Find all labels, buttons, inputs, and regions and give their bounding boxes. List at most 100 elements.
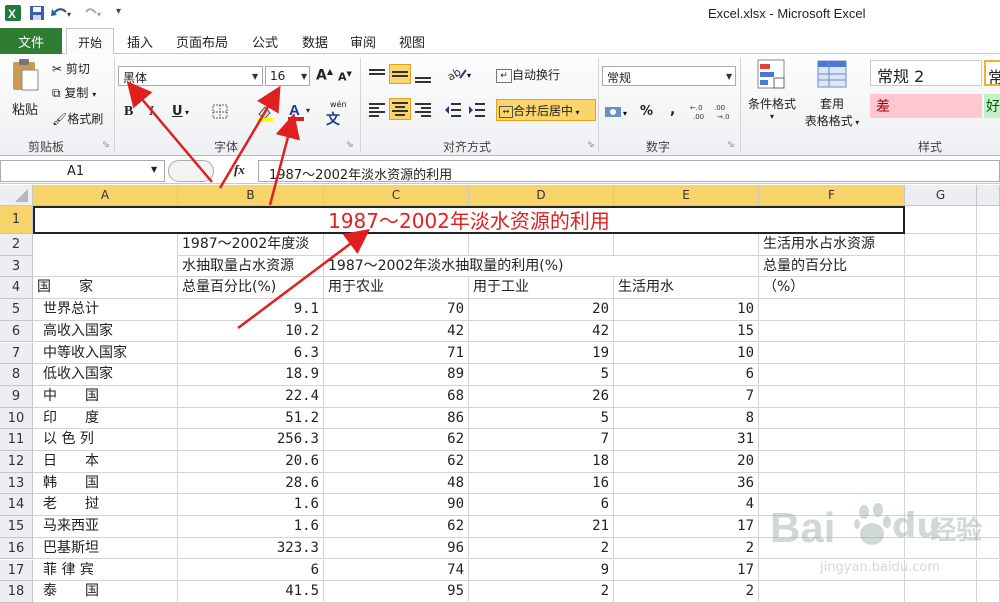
- agri-cell[interactable]: 62: [324, 451, 469, 473]
- empty-cell[interactable]: [905, 234, 977, 256]
- empty-cell[interactable]: [977, 429, 1000, 451]
- number-format-combo[interactable]: 常规: [602, 66, 736, 86]
- row-header-1[interactable]: 1: [0, 206, 33, 234]
- row-header-6[interactable]: 6: [0, 320, 33, 343]
- row-header-5[interactable]: 5: [0, 299, 33, 321]
- country-cell[interactable]: 中等收入国家: [33, 342, 178, 365]
- row-header-9[interactable]: 9: [0, 385, 33, 408]
- currency-icon[interactable]: ▾: [604, 104, 630, 123]
- row-header-13[interactable]: 13: [0, 472, 33, 495]
- fill-color-icon[interactable]: [255, 104, 275, 125]
- industry-cell[interactable]: 5: [469, 407, 614, 430]
- agri-cell[interactable]: 89: [324, 364, 469, 386]
- ratio-cell[interactable]: 10.2: [178, 320, 324, 343]
- domestic-cell[interactable]: 36: [614, 472, 759, 495]
- domestic-cell[interactable]: 17: [614, 559, 759, 582]
- empty-cell[interactable]: [905, 472, 977, 495]
- formula-input[interactable]: 1987～2002年淡水资源的利用: [258, 160, 1000, 183]
- tab-formulas[interactable]: 公式: [252, 32, 278, 51]
- chevron-down-icon[interactable]: ▼: [301, 72, 307, 81]
- ratio-cell[interactable]: 51.2: [178, 407, 324, 430]
- ratio-cell[interactable]: 256.3: [178, 429, 324, 451]
- ratio-cell[interactable]: 22.4: [178, 385, 324, 408]
- decrease-decimal-icon[interactable]: .00 →.0: [714, 102, 736, 123]
- paste-button[interactable]: 粘贴: [8, 58, 42, 126]
- empty-cell[interactable]: [905, 342, 977, 365]
- tab-review[interactable]: 审阅: [350, 32, 376, 51]
- domestic-cell[interactable]: 15: [614, 320, 759, 343]
- cell-c2[interactable]: [324, 234, 469, 256]
- agri-cell[interactable]: 62: [324, 516, 469, 538]
- cut-button[interactable]: ✂ 剪切: [52, 60, 90, 77]
- country-cell[interactable]: 韩 国: [33, 472, 178, 495]
- empty-cell[interactable]: [905, 429, 977, 451]
- cell-f2[interactable]: 生活用水占水资源: [759, 234, 905, 256]
- column-header-b[interactable]: B: [178, 185, 324, 206]
- f-cell[interactable]: [759, 407, 905, 430]
- grow-font-icon[interactable]: A▲: [316, 67, 333, 84]
- select-all-corner[interactable]: [0, 185, 33, 206]
- ratio-cell[interactable]: 18.9: [178, 364, 324, 386]
- agri-cell[interactable]: 62: [324, 429, 469, 451]
- font-color-icon[interactable]: A: [286, 100, 306, 125]
- align-top-icon[interactable]: [368, 68, 386, 85]
- style-normal[interactable]: 常: [984, 60, 1000, 86]
- column-header-a[interactable]: A: [33, 185, 178, 206]
- agri-cell[interactable]: 86: [324, 407, 469, 430]
- empty-cell[interactable]: [905, 320, 977, 343]
- row-header-17[interactable]: 17: [0, 559, 33, 582]
- cell-d4[interactable]: 用于工业: [469, 277, 614, 300]
- empty-cell[interactable]: [905, 364, 977, 386]
- row-header-15[interactable]: 15: [0, 516, 33, 538]
- industry-cell[interactable]: 16: [469, 472, 614, 495]
- underline-button[interactable]: U: [172, 104, 183, 119]
- country-cell[interactable]: 高收入国家: [33, 320, 178, 343]
- row-header-12[interactable]: 12: [0, 451, 33, 473]
- empty-cell[interactable]: [977, 206, 1000, 234]
- agri-cell[interactable]: 95: [324, 581, 469, 603]
- chevron-down-icon[interactable]: ▾: [306, 106, 310, 115]
- bold-button[interactable]: B: [124, 104, 133, 120]
- row-header-18[interactable]: 18: [0, 581, 33, 603]
- industry-cell[interactable]: 19: [469, 342, 614, 365]
- domestic-cell[interactable]: 8: [614, 407, 759, 430]
- italic-button[interactable]: I: [149, 104, 154, 120]
- column-header-g[interactable]: G: [905, 185, 977, 206]
- row-header-11[interactable]: 11: [0, 429, 33, 451]
- ratio-cell[interactable]: 41.5: [178, 581, 324, 603]
- tab-file[interactable]: 文件: [0, 28, 62, 54]
- domestic-cell[interactable]: 17: [614, 516, 759, 538]
- f-cell[interactable]: [759, 299, 905, 321]
- customize-qat-icon[interactable]: ▾: [116, 6, 121, 17]
- ratio-cell[interactable]: 323.3: [178, 537, 324, 560]
- format-painter-button[interactable]: 🖌格式刷: [52, 110, 103, 127]
- agri-cell[interactable]: 48: [324, 472, 469, 495]
- column-header-d[interactable]: D: [469, 185, 614, 206]
- empty-cell[interactable]: [905, 277, 977, 300]
- row-header-7[interactable]: 7: [0, 342, 33, 365]
- redo-icon[interactable]: ▾: [80, 4, 101, 22]
- cell-b4[interactable]: 总量百分比(%): [178, 277, 324, 300]
- format-as-table-button[interactable]: 套用 表格格式 ▾: [800, 58, 864, 129]
- empty-cell[interactable]: [977, 277, 1000, 300]
- country-cell[interactable]: 老 挝: [33, 494, 178, 517]
- formula-bar-splitter[interactable]: [168, 160, 214, 182]
- column-header-e[interactable]: E: [614, 185, 759, 206]
- chevron-down-icon[interactable]: ▾: [185, 108, 189, 117]
- row-header-2[interactable]: 2: [0, 234, 33, 256]
- chevron-down-icon[interactable]: ▼: [726, 72, 732, 81]
- empty-cell[interactable]: [905, 385, 977, 408]
- agri-cell[interactable]: 90: [324, 494, 469, 517]
- empty-cell[interactable]: [977, 342, 1000, 365]
- row-header-10[interactable]: 10: [0, 407, 33, 430]
- f-cell[interactable]: [759, 472, 905, 495]
- empty-cell[interactable]: [905, 299, 977, 321]
- industry-cell[interactable]: 2: [469, 537, 614, 560]
- cell-f4[interactable]: （%）: [759, 277, 905, 300]
- industry-cell[interactable]: 2: [469, 581, 614, 603]
- cell-b3[interactable]: 水抽取量占水资源: [178, 255, 324, 278]
- empty-cell[interactable]: [905, 206, 977, 234]
- f-cell[interactable]: [759, 429, 905, 451]
- country-cell[interactable]: 日 本: [33, 451, 178, 473]
- conditional-format-button[interactable]: 条件格式 ▾: [744, 58, 800, 121]
